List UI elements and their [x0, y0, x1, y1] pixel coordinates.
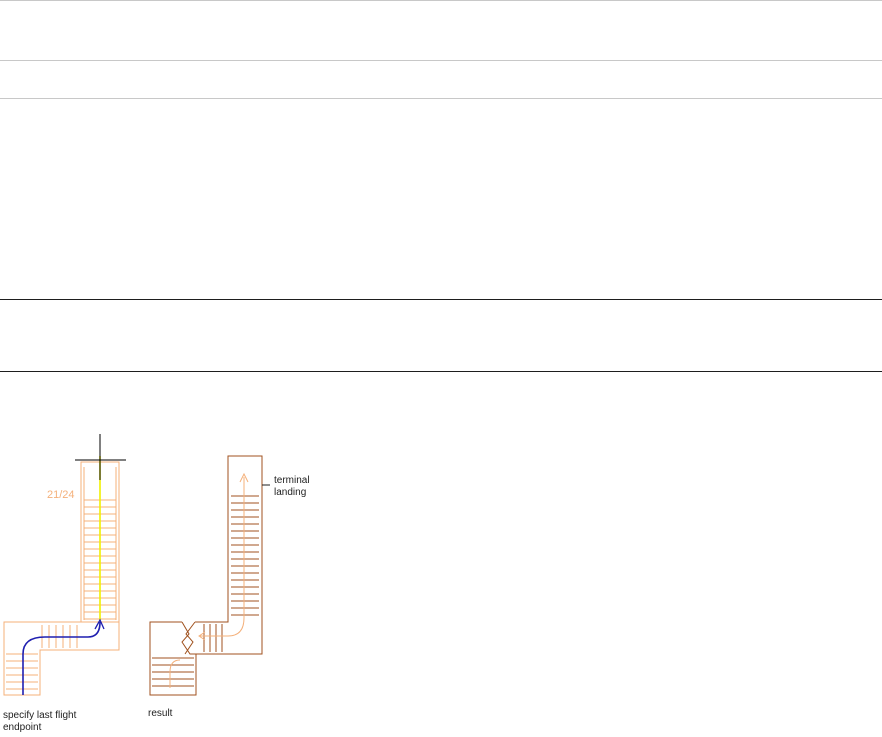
caption-result: result — [148, 708, 173, 719]
stair-outline-right — [149, 455, 263, 696]
result-path-arrows — [169, 472, 249, 688]
divider-1 — [0, 60, 882, 61]
stair-treads-right — [152, 495, 259, 687]
stair-in-progress: 21/24 specify last flight endpoint — [3, 434, 126, 733]
divider-top — [0, 0, 882, 1]
divider-2 — [0, 98, 882, 99]
callout-terminal-line1: terminal — [274, 475, 310, 486]
stair-illustration: 21/24 specify last flight endpoint termi… — [3, 434, 310, 733]
crosshair-cursor-icon — [75, 434, 126, 480]
stair-result: terminal landing result — [148, 455, 310, 719]
caption-left-line1: specify last flight — [3, 710, 77, 721]
flight-path-line — [22, 621, 101, 695]
step-counter-label: 21/24 — [47, 489, 75, 501]
caption-left-line2: endpoint — [3, 722, 42, 733]
divider-3 — [0, 299, 882, 300]
callout-terminal-line2: landing — [274, 487, 306, 498]
